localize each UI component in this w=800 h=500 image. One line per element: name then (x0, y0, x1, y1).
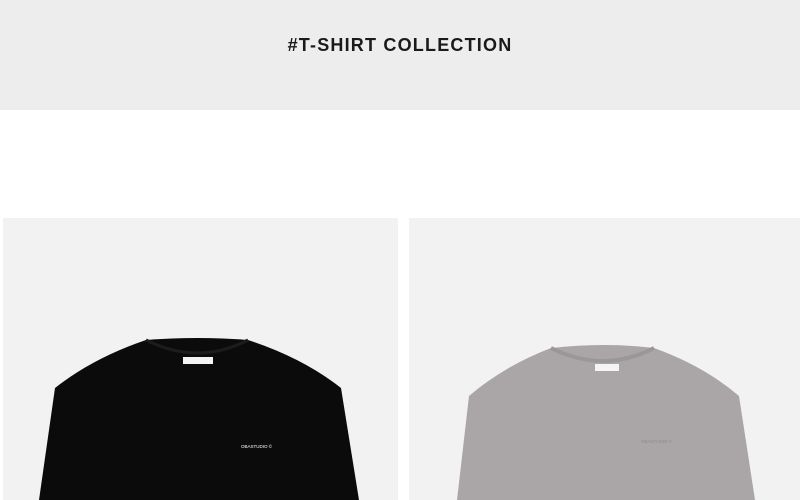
black-tshirt-image: OBASTUDIO © (39, 338, 359, 500)
product-card-black-tshirt[interactable]: OBASTUDIO © (3, 218, 398, 500)
page-title: #T-SHIRT COLLECTION (287, 34, 513, 55)
grey-tshirt-image: OBASTUDIO © (457, 345, 755, 500)
neck-label (183, 357, 213, 364)
product-card-grey-tshirt[interactable]: OBASTUDIO © (409, 218, 800, 500)
neck-label (595, 364, 619, 371)
chest-logo-print: OBASTUDIO © (241, 443, 273, 449)
chest-logo-print: OBASTUDIO © (641, 438, 673, 444)
collection-banner: #T-SHIRT COLLECTION (0, 0, 800, 110)
